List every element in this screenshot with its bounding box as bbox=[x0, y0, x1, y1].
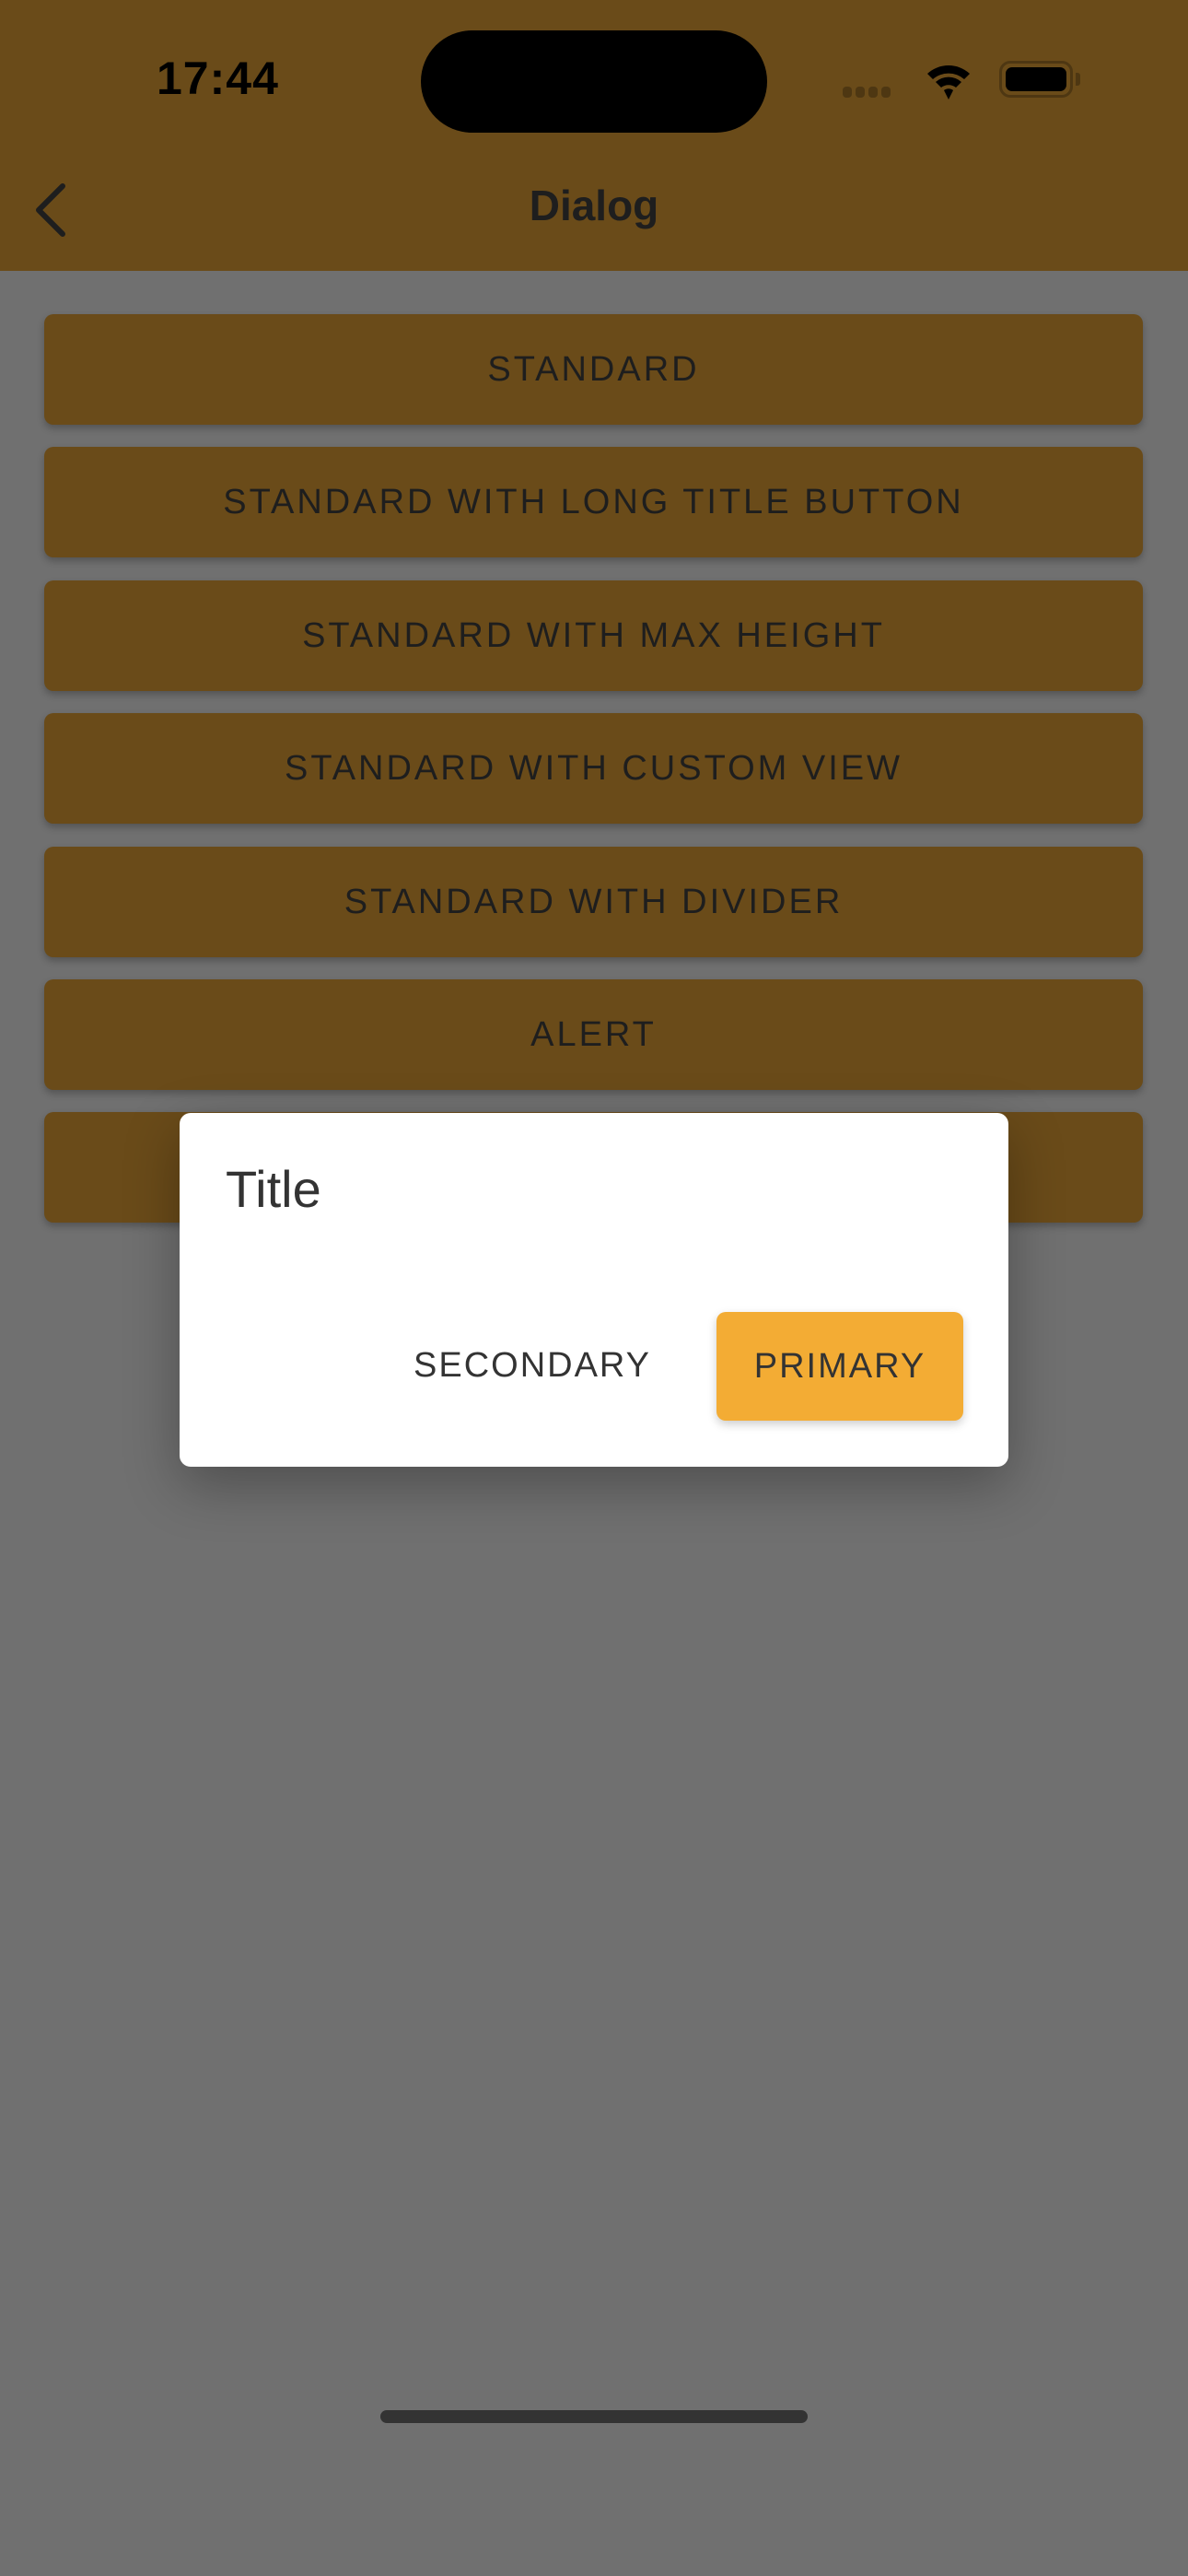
wifi-icon bbox=[927, 65, 970, 100]
standard-divider-button[interactable]: STANDARD WITH DIVIDER bbox=[44, 847, 1143, 957]
secondary-button[interactable]: SECONDARY bbox=[413, 1310, 651, 1421]
cellular-signal-icon bbox=[843, 87, 891, 98]
dynamic-island bbox=[421, 30, 767, 133]
battery-icon bbox=[999, 61, 1073, 98]
alert-button[interactable]: ALERT bbox=[44, 979, 1143, 1090]
standard-custom-view-button[interactable]: STANDARD WITH CUSTOM VIEW bbox=[44, 713, 1143, 824]
nav-bar: 17:44 Dialog bbox=[0, 0, 1188, 271]
status-time: 17:44 bbox=[157, 53, 279, 104]
dialog: Title SECONDARY PRIMARY bbox=[180, 1113, 1008, 1467]
standard-button[interactable]: STANDARD bbox=[44, 314, 1143, 425]
battery-tip bbox=[1076, 73, 1080, 86]
dialog-title: Title bbox=[226, 1160, 321, 1218]
primary-button[interactable]: PRIMARY bbox=[716, 1312, 963, 1421]
home-indicator[interactable] bbox=[380, 2410, 808, 2423]
page-title: Dialog bbox=[529, 181, 659, 229]
standard-max-height-button[interactable]: STANDARD WITH MAX HEIGHT bbox=[44, 580, 1143, 691]
standard-long-title-button[interactable]: STANDARD WITH LONG TITLE BUTTON bbox=[44, 447, 1143, 557]
